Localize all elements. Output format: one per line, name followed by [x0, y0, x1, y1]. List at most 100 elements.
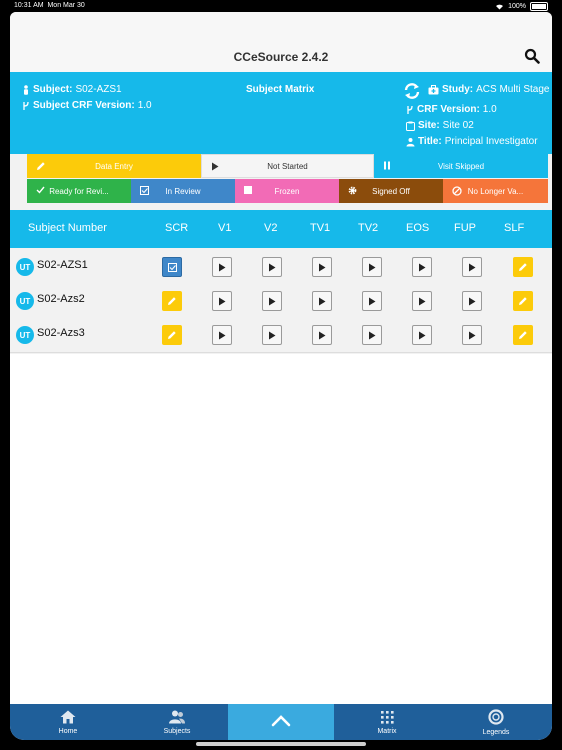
- visit-not-started-button[interactable]: [462, 291, 482, 311]
- grid-icon: [380, 710, 394, 726]
- tab-home[interactable]: Home: [10, 704, 126, 740]
- subject-info-panel: Subject: S02-AZS1 Subject CRF Version: 1.0…: [10, 72, 552, 154]
- visit-data-entry-button[interactable]: [513, 257, 533, 277]
- visit-not-started-button[interactable]: [412, 257, 432, 277]
- tab-expand[interactable]: [228, 704, 334, 740]
- visit-not-started-button[interactable]: [262, 291, 282, 311]
- visit-not-started-button[interactable]: [412, 325, 432, 345]
- branch-icon: [23, 101, 29, 110]
- column-header: FUP: [454, 222, 476, 234]
- column-header: V2: [264, 222, 278, 234]
- legend-ready-for-revi: Ready for Revi...: [27, 179, 131, 203]
- legend-label: Not Started: [267, 161, 308, 171]
- person-icon: [24, 84, 28, 95]
- table-row[interactable]: UT S02-Azs3: [10, 318, 552, 353]
- status-bar: 10:31 AM Mon Mar 30 100%: [0, 0, 562, 12]
- tab-subjects[interactable]: Subjects: [126, 704, 228, 740]
- matrix-header: Subject Number SCR V1 V2 TV1 TV2 EOS FUP SLF: [10, 210, 552, 248]
- legend-label: In Review: [165, 186, 201, 196]
- subject-number[interactable]: S02-Azs3: [37, 327, 85, 339]
- tab-label: Home: [58, 727, 78, 735]
- visit-not-started-button[interactable]: [212, 257, 232, 277]
- visit-not-started-button[interactable]: [212, 291, 232, 311]
- status-right: 100%: [495, 2, 548, 11]
- empty-area: [10, 354, 552, 705]
- ban-icon: [452, 186, 462, 198]
- visit-not-started-button[interactable]: [462, 325, 482, 345]
- visit-not-started-button[interactable]: [362, 325, 382, 345]
- visit-data-entry-button[interactable]: [162, 291, 182, 311]
- study-line: Study: ACS Multi Stage: [428, 84, 549, 95]
- table-row[interactable]: UT S02-Azs2: [10, 284, 552, 319]
- pause-icon: [383, 161, 391, 172]
- wifi-icon: [496, 4, 504, 10]
- legend-visit-skipped: Visit Skipped: [374, 154, 548, 178]
- visit-not-started-button[interactable]: [212, 325, 232, 345]
- visit-not-started-button[interactable]: [312, 325, 332, 345]
- visit-not-started-button[interactable]: [262, 325, 282, 345]
- visit-not-started-button[interactable]: [462, 257, 482, 277]
- column-header: Subject Number: [28, 222, 107, 234]
- legend-signed-off: Signed Off: [339, 179, 443, 203]
- subject-line: Subject: S02-AZS1: [22, 84, 122, 95]
- matrix-title: Subject Matrix: [246, 84, 315, 95]
- check-icon: [36, 186, 45, 196]
- visit-data-entry-button[interactable]: [513, 325, 533, 345]
- column-header: V1: [218, 222, 232, 234]
- visit-not-started-button[interactable]: [262, 257, 282, 277]
- home-icon: [60, 710, 76, 726]
- avatar: UT: [16, 326, 34, 344]
- app-screen: CCeSource 2.4.2 Subject: S02-AZS1 Subject…: [10, 12, 552, 740]
- legend-data-entry: Data Entry: [27, 154, 201, 178]
- tab-label: Legends: [482, 728, 510, 736]
- column-header: TV2: [358, 222, 379, 234]
- lifebuoy-icon: [488, 708, 504, 727]
- legend-label: Ready for Revi...: [49, 186, 109, 196]
- legend-in-review: In Review: [131, 179, 235, 203]
- app-title: CCeSource 2.4.2: [233, 50, 329, 64]
- legend-label: No Longer Va...: [467, 186, 524, 196]
- tab-matrix[interactable]: Matrix: [334, 704, 440, 740]
- tab-legends[interactable]: Legends: [440, 704, 552, 740]
- legend-label: Visit Skipped: [437, 161, 485, 171]
- tab-label: Subjects: [163, 727, 191, 735]
- visit-in-review-button[interactable]: [162, 257, 182, 277]
- tab-label: Matrix: [377, 727, 397, 735]
- legend-frozen: Frozen: [235, 179, 339, 203]
- visit-not-started-button[interactable]: [362, 291, 382, 311]
- column-header: SCR: [165, 222, 189, 234]
- checkbox-icon: [140, 186, 149, 197]
- chevron-up-icon: [271, 715, 291, 729]
- play-icon: [211, 162, 219, 173]
- battery-icon: [530, 2, 548, 11]
- search-icon[interactable]: [524, 48, 540, 64]
- refresh-icon[interactable]: [403, 82, 421, 100]
- avatar: UT: [16, 258, 34, 276]
- column-header: SLF: [504, 222, 525, 234]
- branch-icon: [407, 105, 413, 114]
- medkit-icon: [428, 84, 439, 94]
- legend-label: Data Entry: [95, 161, 133, 171]
- table-row[interactable]: UT S02-AZS1: [10, 250, 552, 285]
- subjects-icon: [168, 710, 186, 726]
- visit-not-started-button[interactable]: [362, 257, 382, 277]
- subject-number[interactable]: S02-AZS1: [37, 259, 88, 271]
- subject-crf-line: Subject CRF Version: 1.0: [22, 100, 152, 111]
- visit-not-started-button[interactable]: [312, 291, 332, 311]
- tab-bar: Home Subjects Matrix Legends: [10, 704, 552, 740]
- home-indicator[interactable]: [196, 742, 366, 746]
- status-legend: Data Entry Not Started Visit Skipped Ready …: [27, 154, 548, 204]
- legend-label: Frozen: [274, 186, 300, 196]
- visit-not-started-button[interactable]: [312, 257, 332, 277]
- pencil-icon: [36, 161, 46, 173]
- subject-number[interactable]: S02-Azs2: [37, 293, 85, 305]
- avatar: UT: [16, 292, 34, 310]
- visit-data-entry-button[interactable]: [513, 291, 533, 311]
- visit-data-entry-button[interactable]: [162, 325, 182, 345]
- site-line: Site: Site 02: [406, 120, 474, 131]
- column-header: TV1: [310, 222, 331, 234]
- square-icon: [244, 186, 252, 196]
- legend-no-longer-va: No Longer Va...: [443, 179, 548, 203]
- visit-not-started-button[interactable]: [412, 291, 432, 311]
- gear-icon: [348, 186, 357, 197]
